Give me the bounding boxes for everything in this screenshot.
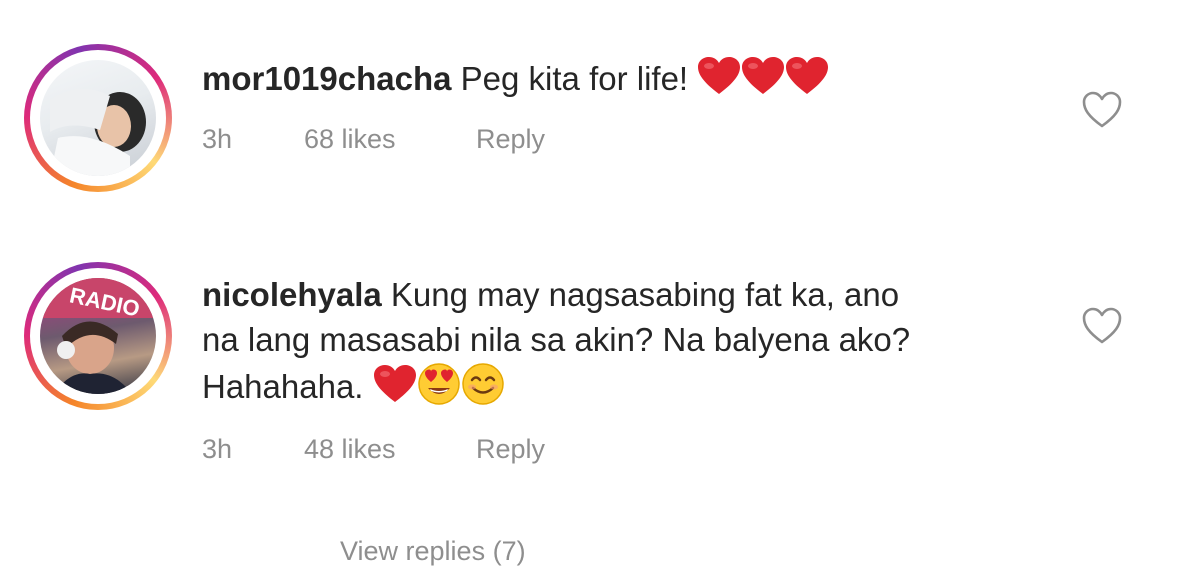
username-link[interactable]: nicolehyala <box>202 276 382 313</box>
avatar-photo <box>50 88 146 176</box>
avatar-photo: RADIO <box>40 278 156 394</box>
comment-meta: 3h 48 likes Reply <box>202 434 545 465</box>
comment-timestamp: 3h <box>202 434 233 464</box>
heart-eyes-emoji <box>417 362 461 417</box>
comment-body-line-2: na lang masasabi nila sa akin? Na balyen… <box>202 321 911 358</box>
comment-text: mor1019chacha Peg kita for life! <box>202 56 829 107</box>
red-heart-emoji <box>697 56 741 107</box>
comment-body: Peg kita for life! <box>460 60 689 98</box>
reply-button[interactable]: Reply <box>476 434 545 465</box>
comment-body-line-3: Hahahaha. <box>202 368 364 406</box>
like-heart-icon[interactable] <box>1081 90 1123 130</box>
username-link[interactable]: mor1019chacha <box>202 60 451 97</box>
likes-count[interactable]: 48 likes <box>304 434 476 465</box>
avatar-story-ring[interactable] <box>24 44 172 192</box>
comment-body-line-1: Kung may nagsasabing fat ka, ano <box>390 276 900 313</box>
comment-meta: 3h 68 likes Reply <box>202 124 545 155</box>
comment-timestamp: 3h <box>202 124 233 154</box>
comment-text: nicolehyala Kung may nagsasabing fat ka,… <box>202 272 910 417</box>
reply-button[interactable]: Reply <box>476 124 545 155</box>
avatar[interactable]: RADIO <box>40 278 156 394</box>
smiling-face-emoji <box>461 362 505 417</box>
avatar-story-ring[interactable]: RADIO <box>24 262 172 410</box>
like-heart-icon[interactable] <box>1081 306 1123 346</box>
red-heart-emoji <box>785 56 829 107</box>
red-heart-emoji <box>373 364 417 415</box>
likes-count[interactable]: 68 likes <box>304 124 476 155</box>
red-heart-emoji <box>741 56 785 107</box>
avatar[interactable] <box>40 60 156 176</box>
